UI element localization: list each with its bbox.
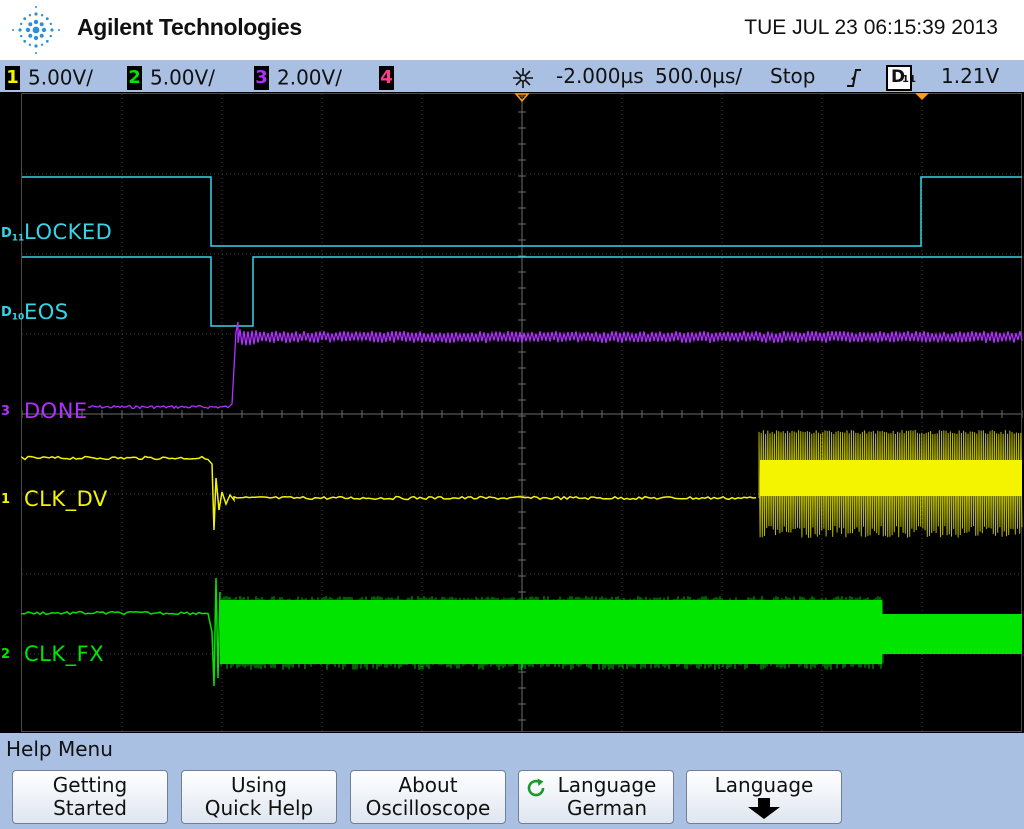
clk-dv-trace-label: CLK_DV (24, 487, 108, 511)
header-bar: Agilent Technologies TUE JUL 23 06:15:39… (0, 0, 1024, 60)
rising-edge-icon (847, 69, 861, 87)
channel-3-badge: 3 (254, 65, 269, 90)
arrow-down-icon (748, 798, 780, 819)
about-oscilloscope-button[interactable]: About Oscilloscope (350, 770, 506, 824)
digital-channel-badge: D 11 (886, 64, 916, 91)
channel-1-badge: 1 (5, 65, 20, 90)
clk-fx-trace-label: CLK_FX (24, 642, 105, 666)
date-time: TUE JUL 23 06:15:39 2013 (744, 16, 998, 39)
trigger-point-marker (915, 93, 929, 100)
clk-fx-waveform (21, 577, 221, 687)
trigger-source[interactable]: D 11 (886, 63, 916, 91)
channel-3-status[interactable]: 3 2.00V/ (254, 63, 342, 90)
channel-1-scale: 5.00V/ (28, 65, 93, 90)
getting-started-button[interactable]: Getting Started (12, 770, 168, 824)
channel-2-status[interactable]: 2 5.00V/ (127, 63, 215, 90)
timebase-scale[interactable]: 500.0µs/ (655, 63, 742, 89)
locked-trace-label: LOCKED (24, 220, 113, 244)
trigger-position-icon (513, 68, 533, 88)
channel-4-status[interactable]: 4 (379, 63, 402, 90)
channel-3-scale: 2.00V/ (277, 65, 342, 90)
channel-1-status[interactable]: 1 5.00V/ (5, 63, 93, 90)
done-waveform (87, 321, 1023, 410)
clk-dv-dense-band (760, 460, 1022, 496)
locked-channel-marker: D11 (1, 226, 25, 244)
done-channel-marker[interactable]: 3 (1, 404, 10, 419)
menu-title: Help Menu (6, 737, 113, 761)
trigger-level[interactable]: 1.21V (941, 63, 999, 89)
channel-2-scale: 5.00V/ (150, 65, 215, 90)
brand-name: Agilent Technologies (77, 14, 302, 40)
run-state[interactable]: Stop (770, 63, 815, 89)
eos-trace-label: EOS (24, 300, 69, 324)
refresh-icon (527, 778, 545, 797)
clk-fx-channel-marker[interactable]: 2 (1, 647, 10, 662)
eos-channel-marker: D10 (1, 305, 25, 323)
clk-fx-dense-band-reduced (882, 614, 1022, 654)
clk-fx-dense-band (220, 600, 882, 664)
waveform-display[interactable]: D11 LOCKED D10 EOS 3 DONE 1 CLK_DV 2 CLK… (0, 92, 1024, 733)
clk-dv-waveform (21, 455, 757, 531)
status-bar: 1 5.00V/ 2 5.00V/ 3 2.00V/ 4 -2.000µs 500.0… (0, 60, 1024, 92)
language-german-button[interactable]: Language German (518, 770, 674, 824)
channel-4-badge: 4 (379, 65, 394, 90)
agilent-spark-logo-icon (12, 6, 60, 54)
waveform-canvas (21, 93, 1023, 732)
done-trace-label: DONE (24, 399, 88, 423)
horizontal-delay[interactable]: -2.000µs (556, 63, 644, 89)
clk-dv-channel-marker[interactable]: 1 (1, 492, 10, 507)
using-quick-help-button[interactable]: Using Quick Help (181, 770, 337, 824)
softkey-panel: Help Menu Getting Started Using Quick He… (0, 733, 1024, 829)
language-submenu-button[interactable]: Language (686, 770, 842, 824)
channel-2-badge: 2 (127, 65, 142, 90)
